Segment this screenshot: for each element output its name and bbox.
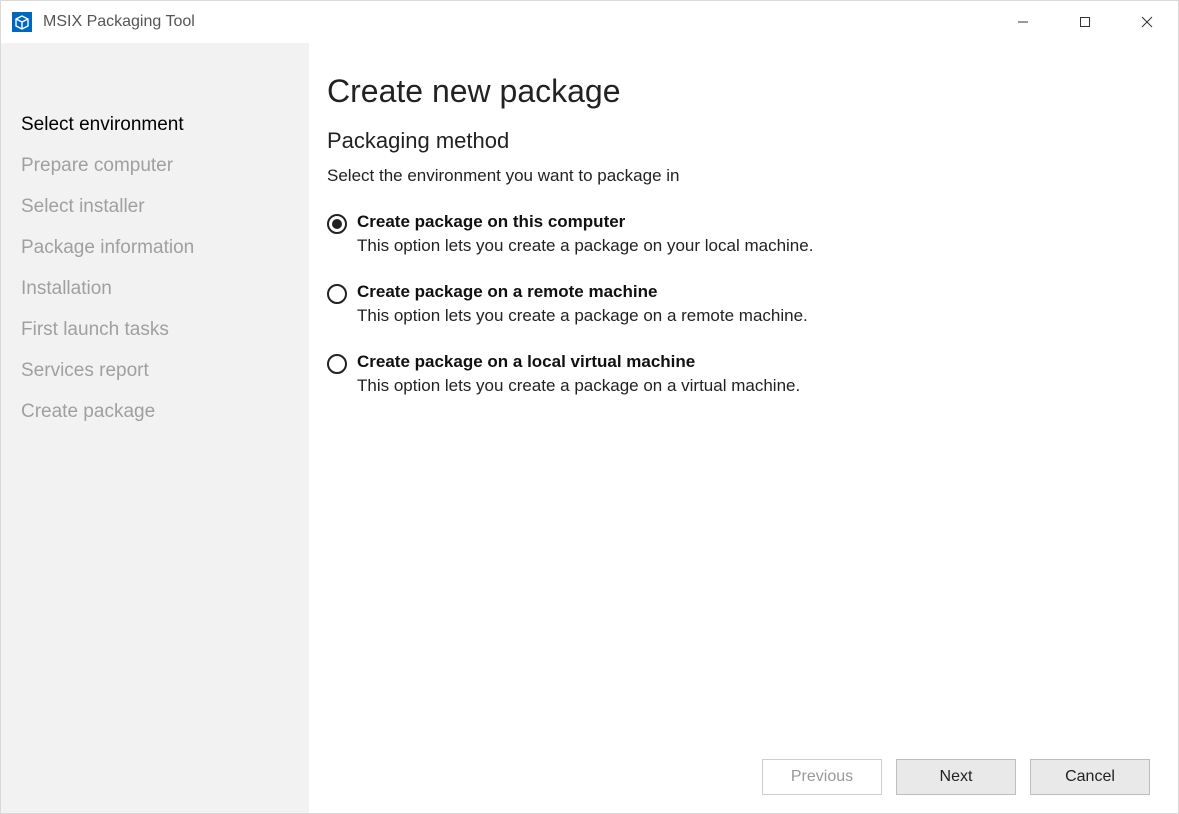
option-label: Create package on a local virtual machin… <box>357 352 1150 372</box>
radio-icon[interactable] <box>327 354 347 374</box>
option-texts: Create package on a local virtual machin… <box>357 352 1150 396</box>
main-panel: Create new package Packaging method Sele… <box>309 43 1178 813</box>
titlebar: MSIX Packaging Tool <box>1 1 1178 43</box>
step-package-information[interactable]: Package information <box>21 238 309 257</box>
close-button[interactable] <box>1116 1 1178 43</box>
option-local-vm[interactable]: Create package on a local virtual machin… <box>327 352 1150 396</box>
window-title: MSIX Packaging Tool <box>43 13 195 31</box>
page-subheading: Packaging method <box>327 128 1150 154</box>
step-create-package[interactable]: Create package <box>21 402 309 421</box>
page-instruction: Select the environment you want to packa… <box>327 166 1150 186</box>
app-icon <box>11 11 33 33</box>
step-installation[interactable]: Installation <box>21 279 309 298</box>
next-button[interactable]: Next <box>896 759 1016 795</box>
maximize-button[interactable] <box>1054 1 1116 43</box>
step-services-report[interactable]: Services report <box>21 361 309 380</box>
option-desc: This option lets you create a package on… <box>357 306 1150 326</box>
option-texts: Create package on a remote machine This … <box>357 282 1150 326</box>
option-desc: This option lets you create a package on… <box>357 376 1150 396</box>
radio-icon[interactable] <box>327 284 347 304</box>
wizard-sidebar: Select environment Prepare computer Sele… <box>1 43 309 813</box>
minimize-button[interactable] <box>992 1 1054 43</box>
option-desc: This option lets you create a package on… <box>357 236 1150 256</box>
option-this-computer[interactable]: Create package on this computer This opt… <box>327 212 1150 256</box>
step-first-launch-tasks[interactable]: First launch tasks <box>21 320 309 339</box>
previous-button[interactable]: Previous <box>762 759 882 795</box>
cancel-button[interactable]: Cancel <box>1030 759 1150 795</box>
page-heading: Create new package <box>327 73 1150 110</box>
option-remote-machine[interactable]: Create package on a remote machine This … <box>327 282 1150 326</box>
option-label: Create package on this computer <box>357 212 1150 232</box>
app-window: MSIX Packaging Tool Select environment P… <box>0 0 1179 814</box>
step-select-installer[interactable]: Select installer <box>21 197 309 216</box>
option-label: Create package on a remote machine <box>357 282 1150 302</box>
step-prepare-computer[interactable]: Prepare computer <box>21 156 309 175</box>
radio-icon[interactable] <box>327 214 347 234</box>
body: Select environment Prepare computer Sele… <box>1 43 1178 813</box>
window-controls <box>992 1 1178 43</box>
step-select-environment[interactable]: Select environment <box>21 115 309 134</box>
option-texts: Create package on this computer This opt… <box>357 212 1150 256</box>
footer-buttons: Previous Next Cancel <box>327 749 1150 795</box>
